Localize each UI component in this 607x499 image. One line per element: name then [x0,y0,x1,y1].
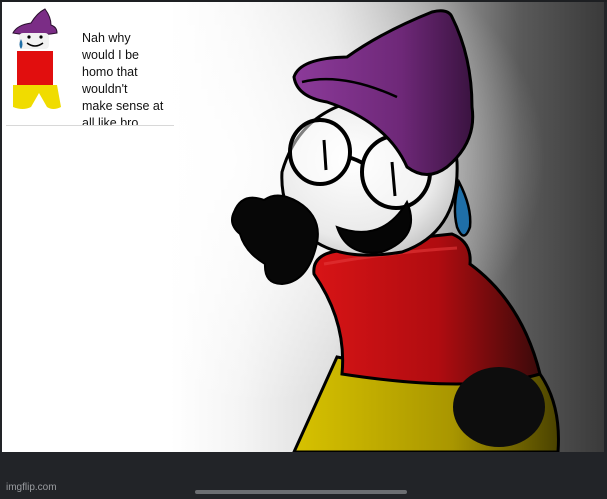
tear-drop [453,178,472,237]
hand [231,194,319,286]
caption-text: Nah why would I be homo that wouldn't ma… [82,31,164,125]
shirt [312,232,542,386]
panel-divider [6,125,174,126]
meme-image: Nah why would I be homo that wouldn't ma… [2,2,604,452]
reaction-panel: Nah why would I be homo that wouldn't ma… [5,7,173,125]
shirt-spot [453,367,545,447]
imgflip-watermark: imgflip.com [6,482,57,493]
meme-screen: Nah why would I be homo that wouldn't ma… [0,0,607,499]
glasses-left [288,118,352,186]
small-character-icon [12,8,61,109]
home-indicator[interactable] [195,490,407,494]
